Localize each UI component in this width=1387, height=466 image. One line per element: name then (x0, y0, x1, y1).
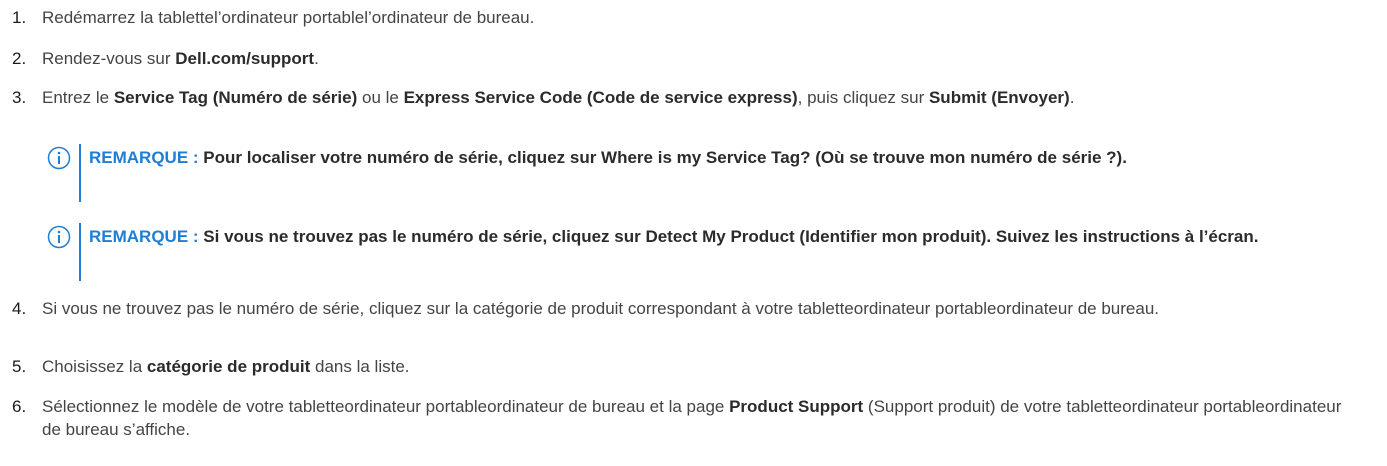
info-icon (47, 225, 71, 249)
step-text: Rendez-vous sur Dell.com/support. (42, 47, 1360, 70)
note-bar (79, 144, 81, 202)
note-text: REMARQUE : Pour localiser votre numéro d… (89, 143, 1347, 172)
step-text-segment: Choisissez la (42, 357, 147, 376)
step-number: 6. (12, 397, 27, 416)
document: 1. Redémarrez la tablettel’ordinateur po… (0, 0, 1387, 466)
step-text-segment: Sélectionnez le modèle de votre tablette… (42, 397, 730, 416)
note-body: Si vous ne trouvez pas le numéro de séri… (203, 227, 1259, 246)
note-body: Pour localiser votre numéro de série, cl… (203, 148, 1127, 167)
service-tag-term: Service Tag (Numéro de série) (113, 88, 358, 107)
step-text-segment: . (314, 49, 319, 68)
step-text: Choisissez la catégorie de produit dans … (42, 355, 1360, 378)
submit-term: Submit (Envoyer) (928, 88, 1070, 107)
support-link-text: Dell.com/support (175, 49, 315, 68)
express-code-term: Express Service Code (Code de service ex… (403, 88, 798, 107)
info-icon (47, 146, 71, 170)
step-number: 5. (12, 357, 27, 376)
product-category-term: catégorie de produit (146, 357, 311, 376)
step-text: Entrez le Service Tag (Numéro de série) … (42, 86, 1360, 109)
note-2: REMARQUE : Si vous ne trouvez pas le num… (47, 222, 1347, 284)
step-number: 4. (12, 299, 27, 318)
step-text-segment: Entrez le (42, 88, 114, 107)
step-text-segment: ou le (357, 88, 404, 107)
product-support-term: Product Support (729, 397, 864, 416)
step-text-segment: Rendez-vous sur (42, 49, 176, 68)
step-number: 1. (12, 8, 27, 27)
step-text-segment: Si vous ne trouvez pas le numéro de séri… (42, 299, 1160, 318)
step-text-segment: dans la liste. (310, 357, 410, 376)
step-number: 2. (12, 49, 27, 68)
note-bar (79, 223, 81, 281)
note-label: REMARQUE : (89, 148, 199, 167)
step-text: Redémarrez la tablettel’ordinateur porta… (42, 6, 1360, 29)
note-label: REMARQUE : (89, 227, 199, 246)
note-1: REMARQUE : Pour localiser votre numéro d… (47, 143, 1347, 205)
step-text-segment: Redémarrez la tablettel’ordinateur porta… (42, 8, 535, 27)
step-number: 3. (12, 88, 27, 107)
step-text-segment: . (1069, 88, 1075, 107)
step-text: Sélectionnez le modèle de votre tablette… (42, 395, 1360, 441)
note-text: REMARQUE : Si vous ne trouvez pas le num… (89, 222, 1347, 251)
step-text: Si vous ne trouvez pas le numéro de séri… (42, 297, 1360, 320)
step-text-segment: , puis cliquez sur (797, 88, 929, 107)
